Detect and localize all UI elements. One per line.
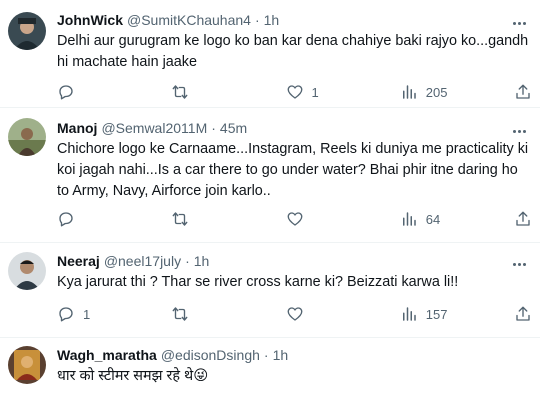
display-name[interactable]: Neeraj <box>57 251 100 271</box>
tweet-actions: 1 205 <box>57 82 532 102</box>
timestamp[interactable]: 1h <box>264 10 280 30</box>
views-count: 205 <box>425 84 448 100</box>
tweet-text: Chichore logo ke Carnaame...Instagram, R… <box>57 141 529 199</box>
tweet-actions: 64 <box>57 209 532 229</box>
retweet-icon <box>172 212 188 226</box>
reply-button[interactable] <box>57 83 167 101</box>
separator-dot: · <box>263 347 269 363</box>
avatar[interactable] <box>8 12 46 50</box>
avatar[interactable] <box>8 118 46 156</box>
tweet[interactable]: Manoj @Semwal2011M · 45m Chichore logo k… <box>0 108 540 243</box>
timestamp[interactable]: 1h <box>194 251 210 271</box>
tweet-text: Delhi aur gurugram ke logo ko ban kar de… <box>57 33 529 70</box>
display-name[interactable]: JohnWick <box>57 10 123 30</box>
more-icon[interactable] <box>508 257 530 271</box>
like-button[interactable] <box>286 305 396 323</box>
separator-dot: · <box>211 120 216 136</box>
avatar[interactable] <box>8 252 46 290</box>
share-button[interactable] <box>514 83 532 101</box>
tweet-header: JohnWick @SumitKChauhan4 · 1h <box>57 10 530 30</box>
retweet-icon <box>172 307 188 321</box>
user-handle[interactable]: @neel17july <box>104 251 181 271</box>
views-button[interactable]: 205 <box>400 83 510 101</box>
views-button[interactable]: 64 <box>400 210 510 228</box>
share-button[interactable] <box>514 210 532 228</box>
tweet-text: धार को स्टीमर समझ रहे थे😜 <box>57 368 209 384</box>
retweet-button[interactable] <box>171 305 281 323</box>
reply-feed: JohnWick @SumitKChauhan4 · 1h Delhi aur … <box>0 0 540 405</box>
retweet-icon <box>172 85 188 99</box>
like-icon <box>287 85 302 99</box>
reply-icon <box>59 307 73 322</box>
separator-dot: · <box>185 253 190 269</box>
display-name[interactable]: Manoj <box>57 118 97 138</box>
tweet-header: Wagh_maratha @edisonDsingh · 1h <box>57 345 530 365</box>
views-count: 157 <box>425 306 448 322</box>
tweet-header: Neeraj @neel17july · 1h <box>57 251 530 271</box>
like-icon <box>287 212 302 226</box>
views-icon <box>402 307 416 321</box>
retweet-button[interactable] <box>171 83 281 101</box>
reply-icon <box>59 212 73 227</box>
share-button[interactable] <box>514 305 532 323</box>
display-name[interactable]: Wagh_maratha <box>57 345 157 365</box>
user-handle[interactable]: @edisonDsingh <box>161 345 260 365</box>
like-count: 1 <box>311 84 319 100</box>
more-icon[interactable] <box>508 16 530 30</box>
share-icon <box>516 211 530 226</box>
like-button[interactable] <box>286 210 396 228</box>
share-icon <box>516 84 530 99</box>
avatar[interactable] <box>8 346 46 384</box>
timestamp[interactable]: 45m <box>220 118 247 138</box>
like-icon <box>287 307 302 321</box>
reply-count: 1 <box>83 306 91 322</box>
reply-button[interactable]: 1 <box>57 305 167 323</box>
views-icon <box>402 212 416 226</box>
tweet[interactable]: JohnWick @SumitKChauhan4 · 1h Delhi aur … <box>0 0 540 108</box>
tweet[interactable]: Wagh_maratha @edisonDsingh · 1h धार को स… <box>0 338 540 405</box>
views-button[interactable]: 157 <box>400 305 510 323</box>
tweet[interactable]: Neeraj @neel17july · 1h Kya jarurat thi … <box>0 243 540 338</box>
tweet-actions: 1 157 <box>57 304 532 324</box>
views-icon <box>402 85 416 99</box>
user-handle[interactable]: @Semwal2011M <box>101 118 207 138</box>
reply-icon <box>59 85 73 100</box>
tweet-header: Manoj @Semwal2011M · 45m <box>57 118 530 138</box>
user-handle[interactable]: @SumitKChauhan4 <box>127 10 251 30</box>
views-count: 64 <box>425 211 441 227</box>
reply-button[interactable] <box>57 210 167 228</box>
timestamp[interactable]: 1h <box>273 345 289 365</box>
share-icon <box>516 306 530 321</box>
like-button[interactable]: 1 <box>286 83 396 101</box>
more-icon[interactable] <box>508 124 530 138</box>
separator-dot: · <box>254 12 260 28</box>
tweet-text: Kya jarurat thi ? Thar se river cross ka… <box>57 274 459 290</box>
retweet-button[interactable] <box>171 210 281 228</box>
